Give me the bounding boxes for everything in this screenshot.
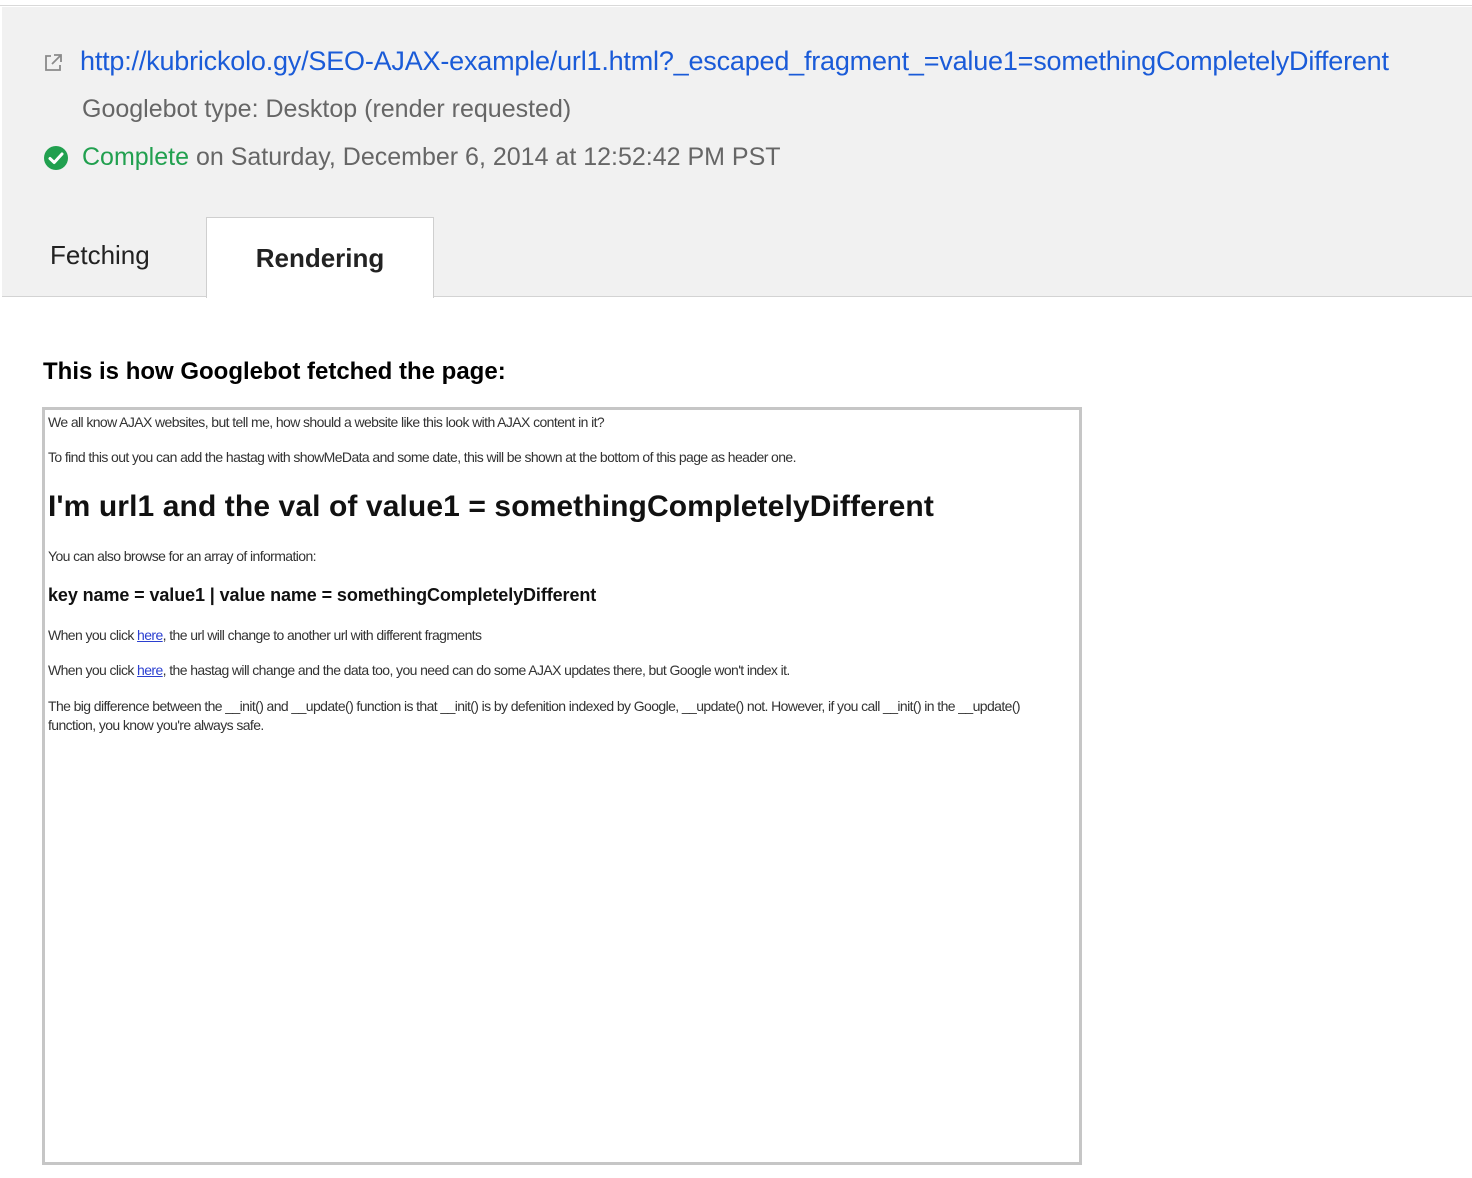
tab-rendering[interactable]: Rendering: [206, 217, 434, 298]
fetch-status: Complete on Saturday, December 6, 2014 a…: [82, 143, 781, 172]
preview-instruction-text: To find this out you can add the hastag …: [48, 449, 797, 465]
preview-heading-one: I'm url1 and the val of value1 = somethi…: [48, 490, 934, 523]
preview-text-segment: , the hastag will change and the data to…: [162, 662, 791, 678]
external-link-icon[interactable]: [42, 52, 64, 74]
top-border: [0, 0, 1472, 6]
page-title: This is how Googlebot fetched the page:: [43, 358, 506, 385]
preview-fragment-text: When you click here, the url will change…: [48, 627, 482, 643]
status-complete-label: Complete: [82, 143, 189, 171]
preview-browse-text: You can also browse for an array of info…: [48, 548, 317, 564]
preview-text-segment: When you click: [48, 627, 138, 643]
googlebot-type: Googlebot type: Desktop (render requeste…: [82, 95, 572, 123]
preview-text-segment: When you click: [48, 662, 138, 678]
tab-fetching[interactable]: Fetching: [2, 218, 206, 296]
preview-heading-three: key name = value1 | value name = somethi…: [48, 585, 597, 605]
preview-here-link-hashtag[interactable]: here: [137, 662, 163, 678]
preview-intro-text: We all know AJAX websites, but tell me, …: [48, 414, 605, 430]
preview-difference-text: The big difference between the __init() …: [48, 698, 1021, 733]
status-timestamp: on Saturday, December 6, 2014 at 12:52:4…: [189, 143, 781, 171]
check-circle-icon: [44, 146, 68, 170]
preview-hashtag-text: When you click here, the hastag will cha…: [48, 662, 790, 678]
rendered-page-preview: We all know AJAX websites, but tell me, …: [42, 407, 1082, 1165]
preview-here-link-url[interactable]: here: [137, 627, 163, 643]
fetched-url-link[interactable]: http://kubrickolo.gy/SEO-AJAX-example/ur…: [80, 46, 1389, 77]
preview-text-segment: , the url will change to another url wit…: [162, 627, 482, 643]
